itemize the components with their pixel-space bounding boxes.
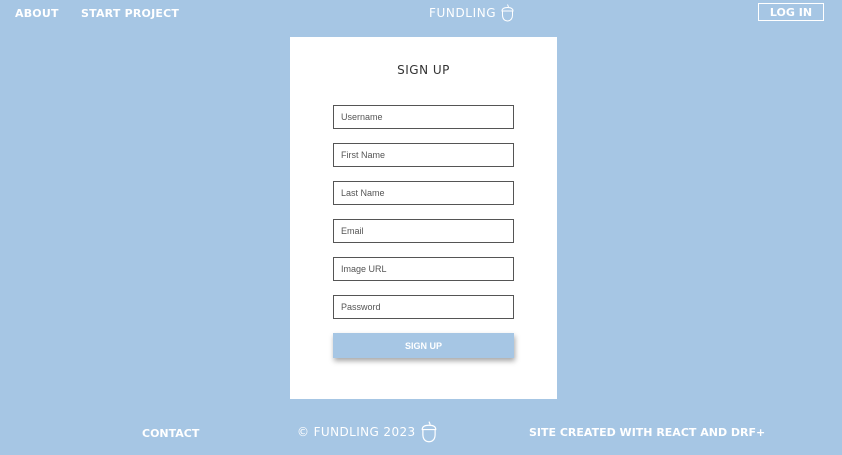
image-url-input[interactable] <box>333 257 514 281</box>
copyright-text: © FUNDLING 2023 <box>297 425 416 439</box>
footer-credit-text: SITE CREATED WITH REACT AND DRF+ <box>529 426 766 439</box>
login-button[interactable]: LOG IN <box>758 3 824 21</box>
signup-submit-button[interactable]: SIGN UP <box>333 333 514 358</box>
brand-name: FUNDLING <box>429 6 497 20</box>
top-navigation: ABOUT START PROJECT FUNDLING LOG IN <box>0 0 842 28</box>
brand-logo[interactable]: FUNDLING <box>429 4 514 22</box>
first-name-input[interactable] <box>333 143 514 167</box>
footer-copyright: © FUNDLING 2023 <box>297 421 437 443</box>
password-input[interactable] <box>333 295 514 319</box>
form-title: SIGN UP <box>397 63 450 77</box>
email-input[interactable] <box>333 219 514 243</box>
nav-start-project-link[interactable]: START PROJECT <box>81 7 179 20</box>
signup-card: SIGN UP SIGN UP <box>290 37 557 399</box>
footer-contact-link[interactable]: CONTACT <box>142 427 199 440</box>
nav-about-link[interactable]: ABOUT <box>15 7 59 20</box>
username-input[interactable] <box>333 105 514 129</box>
last-name-input[interactable] <box>333 181 514 205</box>
acorn-icon <box>501 4 514 22</box>
acorn-icon <box>421 421 437 443</box>
